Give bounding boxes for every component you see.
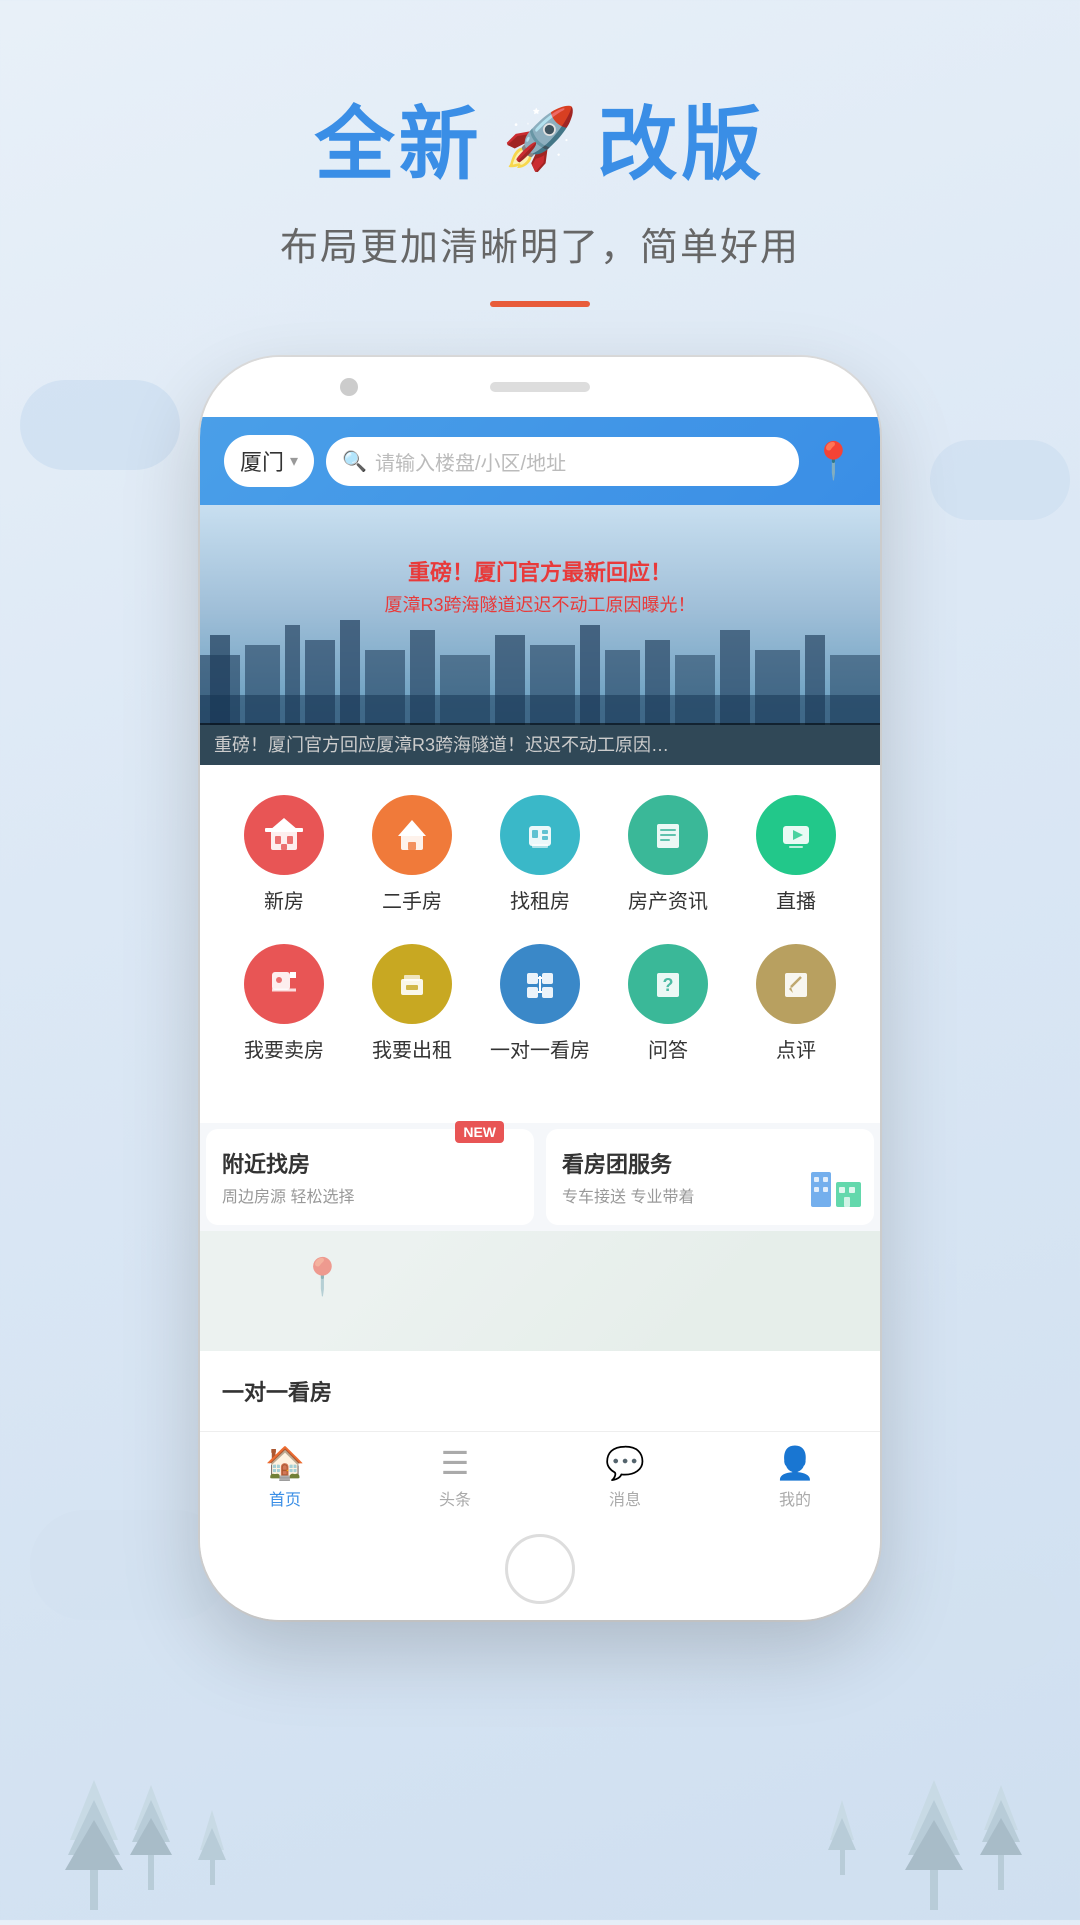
headlines-nav-label: 头条	[439, 1486, 471, 1510]
phone-top-bar	[200, 357, 880, 417]
menu-item-qa[interactable]: ? 问答	[610, 944, 725, 1063]
menu-item-review[interactable]: 点评	[738, 944, 853, 1063]
bottom-trees-decoration	[0, 1740, 1080, 1920]
menu-item-new-house[interactable]: 新房	[226, 795, 341, 914]
menu-item-sell[interactable]: 我要卖房	[226, 944, 341, 1063]
menu-row-2: 我要卖房 我要出租 一对一看房 ?	[220, 944, 860, 1063]
news-icon	[628, 795, 708, 875]
map-section: 📍	[200, 1231, 880, 1351]
menu-item-news[interactable]: 房产资讯	[610, 795, 725, 914]
phone-speaker	[490, 382, 590, 392]
nav-item-messages[interactable]: 💬 消息	[540, 1444, 710, 1510]
menu-label-new-house: 新房	[264, 885, 304, 914]
menu-label-second-house: 二手房	[382, 885, 442, 914]
phone-home-button[interactable]	[505, 1534, 575, 1604]
search-input-wrapper[interactable]: 🔍 请输入楼盘/小区/地址	[326, 437, 799, 486]
menu-label-lease: 我要出租	[372, 1034, 452, 1063]
messages-nav-icon: 💬	[605, 1444, 645, 1482]
menu-label-rent: 找租房	[510, 885, 570, 914]
qa-icon: ?	[628, 944, 708, 1024]
phone-mockup-wrapper: 厦门 ▾ 🔍 请输入楼盘/小区/地址 📍	[0, 357, 1080, 1620]
messages-nav-label: 消息	[609, 1486, 641, 1510]
city-name: 厦门	[240, 445, 284, 477]
rent-icon	[500, 795, 580, 875]
banner-title: 重磅！厦门官方最新回应！	[200, 555, 880, 587]
app-header: 全新 🚀 改版 布局更加清晰明了，简单好用	[0, 0, 1080, 307]
new-badge: NEW	[455, 1121, 504, 1143]
mine-nav-label: 我的	[779, 1486, 811, 1510]
svg-text:?: ?	[663, 975, 674, 995]
app-menu-grid: 新房 二手房 找租房	[200, 765, 880, 1123]
banner-text-overlay: 重磅！厦门官方最新回应！ 厦漳R3跨海隧道迟迟不动工原因曝光！	[200, 555, 880, 617]
nav-item-headlines[interactable]: ☰ 头条	[370, 1444, 540, 1510]
menu-item-lease[interactable]: 我要出租	[354, 944, 469, 1063]
header-underline-decoration	[490, 301, 590, 307]
bottom-navigation: 🏠 首页 ☰ 头条 💬 消息 👤 我的	[200, 1431, 880, 1518]
menu-label-live: 直播	[776, 885, 816, 914]
chevron-down-icon: ▾	[290, 451, 298, 471]
nav-item-mine[interactable]: 👤 我的	[710, 1444, 880, 1510]
menu-label-review: 点评	[776, 1034, 816, 1063]
building-decoration-icon	[806, 1157, 866, 1217]
phone-camera	[340, 378, 358, 396]
nearby-house-title: 附近找房	[222, 1147, 518, 1179]
search-placeholder: 请输入楼盘/小区/地址	[375, 447, 566, 476]
header-subtitle: 布局更加清晰明了，简单好用	[0, 216, 1080, 271]
app-search-header: 厦门 ▾ 🔍 请输入楼盘/小区/地址 📍	[200, 417, 880, 505]
menu-row-1: 新房 二手房 找租房	[220, 795, 860, 914]
nearby-house-card[interactable]: NEW 附近找房 周边房源 轻松选择	[206, 1129, 534, 1225]
bottom-card-row: NEW 附近找房 周边房源 轻松选择 看房团服务 专车接送 专业带着	[200, 1123, 880, 1231]
sell-icon	[244, 944, 324, 1024]
banner-bottom-text: 重磅！厦门官方回应厦漳R3跨海隧道！迟迟不动工原因…	[214, 731, 866, 757]
lease-icon	[372, 944, 452, 1024]
one-on-one-icon	[500, 944, 580, 1024]
header-title-row: 全新 🚀 改版	[0, 80, 1080, 196]
gps-location-icon[interactable]: 📍	[811, 440, 856, 482]
search-icon: 🔍	[342, 449, 367, 474]
rocket-icon: 🚀	[503, 103, 578, 174]
header-title-left: 全新	[315, 80, 483, 196]
live-icon	[756, 795, 836, 875]
app-banner[interactable]: 重磅！厦门官方最新回应！ 厦漳R3跨海隧道迟迟不动工原因曝光！ 重磅！厦门官方回…	[200, 505, 880, 765]
home-nav-label: 首页	[269, 1486, 301, 1510]
search-bar: 厦门 ▾ 🔍 请输入楼盘/小区/地址 📍	[224, 435, 856, 487]
house-tour-card[interactable]: 看房团服务 专车接送 专业带着	[546, 1129, 874, 1225]
header-title-right: 改版	[597, 80, 765, 196]
map-background	[200, 1231, 880, 1351]
home-nav-icon: 🏠	[265, 1444, 305, 1482]
new-house-icon	[244, 795, 324, 875]
bottom-cards-section: NEW 附近找房 周边房源 轻松选择 看房团服务 专车接送 专业带着	[200, 1123, 880, 1231]
nav-item-home[interactable]: 🏠 首页	[200, 1444, 370, 1510]
second-house-icon	[372, 795, 452, 875]
menu-item-live[interactable]: 直播	[738, 795, 853, 914]
one-on-one-bottom-card[interactable]: 一对一看房	[206, 1357, 874, 1425]
nearby-house-subtitle: 周边房源 轻松选择	[222, 1183, 518, 1207]
menu-item-rent[interactable]: 找租房	[482, 795, 597, 914]
menu-label-qa: 问答	[648, 1034, 688, 1063]
menu-label-news: 房产资讯	[628, 885, 708, 914]
menu-label-one-on-one: 一对一看房	[490, 1034, 590, 1063]
mine-nav-icon: 👤	[775, 1444, 815, 1482]
banner-bottom-strip: 重磅！厦门官方回应厦漳R3跨海隧道！迟迟不动工原因…	[200, 723, 880, 765]
menu-label-sell: 我要卖房	[244, 1034, 324, 1063]
banner-subtitle: 厦漳R3跨海隧道迟迟不动工原因曝光！	[200, 591, 880, 617]
menu-item-one-on-one[interactable]: 一对一看房	[482, 944, 597, 1063]
review-icon	[756, 944, 836, 1024]
phone-bottom-bar	[200, 1518, 880, 1620]
location-button[interactable]: 厦门 ▾	[224, 435, 314, 487]
one-on-one-bottom-title: 一对一看房	[222, 1375, 858, 1407]
phone-mockup: 厦门 ▾ 🔍 请输入楼盘/小区/地址 📍	[200, 357, 880, 1620]
menu-item-second-house[interactable]: 二手房	[354, 795, 469, 914]
headlines-nav-icon: ☰	[441, 1444, 470, 1482]
